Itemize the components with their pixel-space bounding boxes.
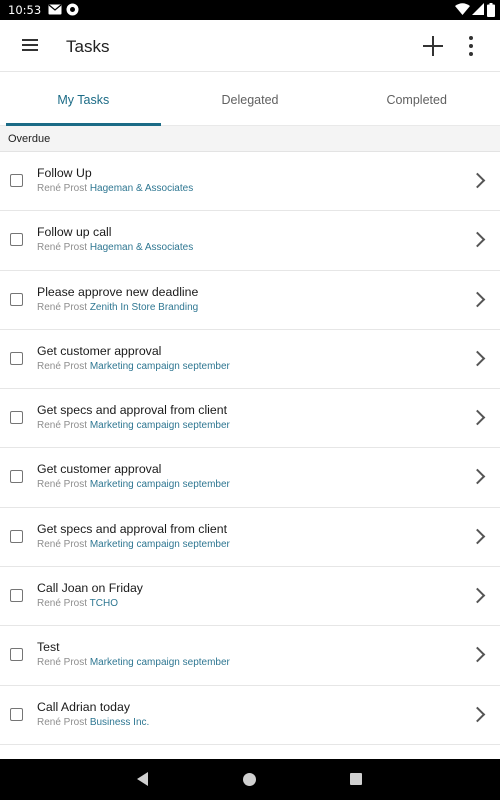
wifi-icon: [455, 3, 470, 15]
task-title: Get customer approval: [37, 462, 162, 477]
task-row[interactable]: Get specs and approval from client René …: [0, 507, 500, 568]
app-bar: Tasks: [0, 20, 500, 72]
task-project-link[interactable]: Marketing campaign september: [90, 361, 230, 372]
task-row[interactable]: Get customer approval René Prost Marketi…: [0, 329, 500, 390]
tab-my-tasks[interactable]: My Tasks: [0, 73, 167, 126]
task-row[interactable]: Call Adrian today René Prost Business In…: [0, 685, 500, 745]
task-checkbox[interactable]: [10, 707, 23, 721]
status-bar: 10:53: [0, 0, 500, 20]
chevron-right-icon: [469, 647, 486, 663]
task-subtitle: René Prost Hageman & Associates: [37, 183, 193, 194]
task-title: Please approve new deadline: [37, 284, 199, 299]
battery-icon: [487, 3, 495, 17]
task-project-link[interactable]: Hageman & Associates: [90, 242, 193, 253]
task-row[interactable]: Test René Prost Marketing campaign septe…: [0, 626, 500, 686]
task-title: Get specs and approval from client: [37, 521, 228, 536]
task-checkbox[interactable]: [10, 174, 23, 187]
task-subtitle: René Prost TCHO: [37, 598, 118, 609]
task-project-link[interactable]: Business Inc.: [90, 717, 149, 728]
chevron-right-icon: [469, 587, 486, 604]
mail-icon: [48, 4, 62, 15]
chevron-right-icon: [469, 232, 486, 248]
task-title: Get specs and approval from client: [37, 403, 228, 418]
add-task-button[interactable]: [423, 36, 443, 56]
task-owner: René Prost: [37, 242, 88, 254]
task-subtitle: René Prost Marketing campaign september: [37, 479, 230, 490]
task-row[interactable]: Follow Up René Prost Hageman & Associate…: [0, 152, 500, 212]
task-owner: René Prost: [37, 183, 88, 194]
task-title: Follow Up: [37, 166, 92, 180]
task-title: Test: [37, 640, 60, 655]
task-row[interactable]: Get customer approval René Prost Marketi…: [0, 448, 500, 508]
task-checkbox[interactable]: [10, 233, 23, 247]
task-owner: René Prost: [37, 538, 88, 550]
task-checkbox[interactable]: [10, 648, 23, 662]
task-owner: René Prost: [37, 420, 88, 432]
chevron-right-icon: [469, 291, 486, 307]
task-row[interactable]: Follow up call René Prost Hageman & Asso…: [0, 211, 500, 271]
task-project-link[interactable]: Marketing campaign september: [90, 420, 230, 431]
tab-bar: My Tasks Delegated Completed: [0, 73, 500, 126]
task-subtitle: René Prost Marketing campaign september: [37, 420, 230, 431]
task-project-link[interactable]: Marketing campaign september: [90, 479, 230, 490]
chevron-right-icon: [469, 172, 486, 189]
task-subtitle: René Prost Hageman & Associates: [37, 242, 193, 253]
task-subtitle: René Prost Marketing campaign september: [37, 361, 230, 372]
task-checkbox[interactable]: [10, 292, 23, 306]
task-project-link[interactable]: TCHO: [90, 598, 118, 609]
task-owner: René Prost: [37, 360, 88, 372]
task-title: Follow up call: [37, 225, 112, 240]
back-icon[interactable]: [137, 772, 148, 786]
task-subtitle: René Prost Business Inc.: [37, 717, 149, 728]
tab-completed[interactable]: Completed: [333, 73, 500, 125]
tab-delegated[interactable]: Delegated: [167, 73, 334, 125]
task-owner: René Prost: [37, 716, 88, 728]
more-vert-icon[interactable]: [464, 34, 478, 58]
menu-icon[interactable]: [22, 39, 38, 51]
chevron-right-icon: [469, 706, 486, 722]
chevron-right-icon: [469, 409, 486, 426]
task-owner: René Prost: [37, 657, 88, 669]
task-checkbox[interactable]: [10, 529, 23, 543]
task-title: Call Adrian today: [37, 699, 130, 714]
task-row[interactable]: Please approve new deadline René Prost Z…: [0, 270, 500, 330]
task-owner: René Prost: [37, 301, 88, 313]
task-checkbox[interactable]: [10, 470, 23, 484]
section-header-overdue: Overdue: [0, 126, 500, 152]
task-project-link[interactable]: Marketing campaign september: [90, 539, 230, 550]
chevron-right-icon: [469, 350, 486, 367]
task-subtitle: René Prost Zenith In Store Branding: [37, 302, 198, 313]
task-owner: René Prost: [37, 598, 88, 610]
task-owner: René Prost: [37, 479, 88, 491]
task-project-link[interactable]: Zenith In Store Branding: [90, 302, 198, 313]
chevron-right-icon: [469, 528, 486, 545]
status-time: 10:53: [8, 3, 42, 17]
task-list: Follow Up René Prost Hageman & Associate…: [0, 152, 500, 745]
task-checkbox[interactable]: [10, 411, 23, 425]
task-row[interactable]: Get specs and approval from client René …: [0, 389, 500, 449]
task-title: Get customer approval: [37, 343, 162, 358]
page-title: Tasks: [66, 37, 110, 56]
task-checkbox[interactable]: [10, 589, 23, 603]
task-subtitle: René Prost Marketing campaign september: [37, 539, 230, 550]
chevron-right-icon: [469, 469, 486, 485]
task-project-link[interactable]: Marketing campaign september: [90, 657, 230, 668]
home-icon[interactable]: [243, 773, 256, 786]
task-title: Call Joan on Friday: [37, 581, 143, 596]
cellular-icon: [472, 3, 484, 15]
task-project-link[interactable]: Hageman & Associates: [90, 183, 193, 194]
task-checkbox[interactable]: [10, 351, 23, 365]
task-subtitle: René Prost Marketing campaign september: [37, 657, 230, 668]
task-row[interactable]: Call Joan on Friday René Prost TCHO: [0, 567, 500, 627]
system-nav-bar: [0, 759, 500, 800]
vpn-icon: [66, 3, 79, 16]
recents-icon[interactable]: [350, 773, 362, 785]
